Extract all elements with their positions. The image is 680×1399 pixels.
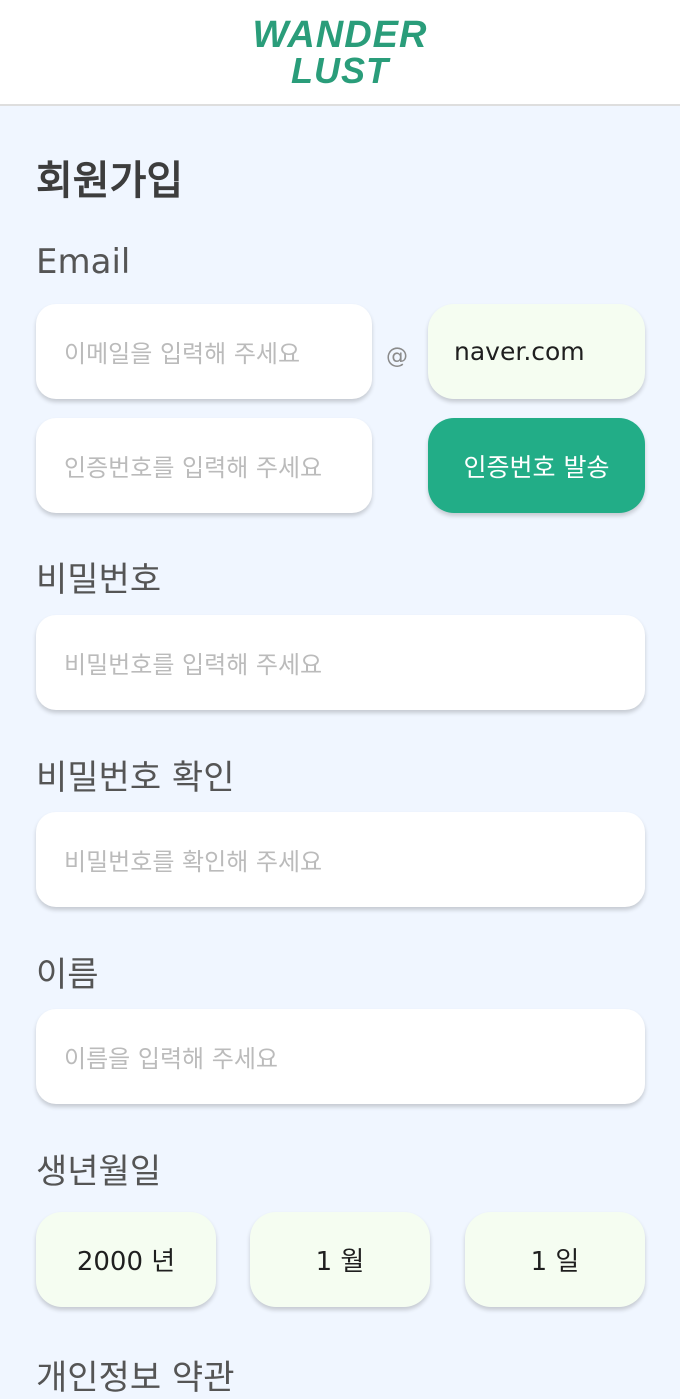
birth-day-select[interactable]: 1 일 bbox=[465, 1212, 645, 1307]
page-title: 회원가입 bbox=[36, 158, 184, 204]
verification-code-input[interactable]: 인증번호를 입력해 주세요 bbox=[36, 418, 372, 513]
birth-year-select[interactable]: 2000 년 bbox=[36, 1212, 216, 1307]
email-domain-select[interactable]: naver.com bbox=[428, 304, 645, 399]
birthdate-label: 생년월일 bbox=[36, 1152, 162, 1192]
name-label: 이름 bbox=[36, 955, 99, 995]
app-header: WANDER LUST bbox=[0, 0, 680, 106]
logo-text-bottom: LUST bbox=[291, 50, 389, 91]
name-input[interactable]: 이름을 입력해 주세요 bbox=[36, 1009, 645, 1104]
password-confirm-input[interactable]: 비밀번호를 확인해 주세요 bbox=[36, 812, 645, 907]
birth-month-select[interactable]: 1 월 bbox=[250, 1212, 430, 1307]
password-label: 비밀번호 bbox=[36, 560, 162, 600]
password-input[interactable]: 비밀번호를 입력해 주세요 bbox=[36, 615, 645, 710]
at-symbol: @ bbox=[386, 344, 408, 369]
password-confirm-label: 비밀번호 확인 bbox=[36, 758, 235, 798]
email-input[interactable]: 이메일을 입력해 주세요 bbox=[36, 304, 372, 399]
email-label: Email bbox=[36, 242, 131, 282]
signup-form: 회원가입 Email 이메일을 입력해 주세요 @ naver.com 인증번호… bbox=[0, 108, 680, 1398]
send-code-button[interactable]: 인증번호 발송 bbox=[428, 418, 645, 513]
terms-label: 개인정보 약관 bbox=[36, 1358, 235, 1398]
